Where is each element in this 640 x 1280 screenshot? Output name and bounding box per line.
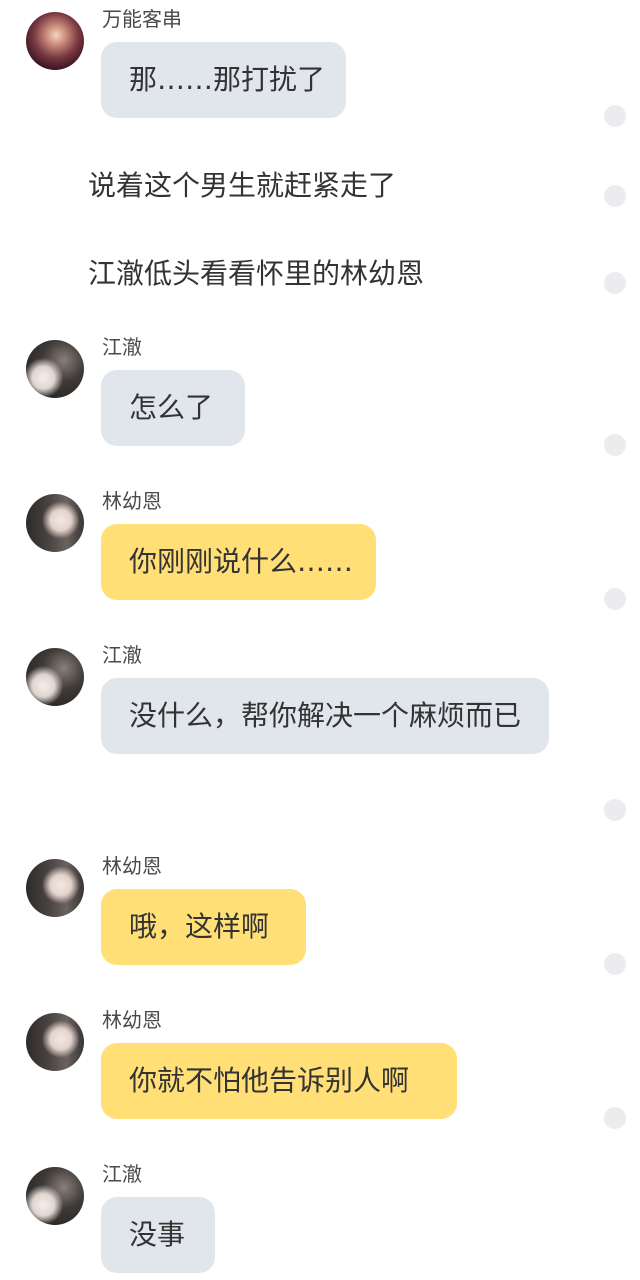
- message-bubble[interactable]: 你刚刚说什么……: [101, 524, 376, 600]
- avatar[interactable]: [26, 1167, 84, 1225]
- message-bubble[interactable]: 怎么了: [101, 370, 245, 446]
- avatar[interactable]: [26, 340, 84, 398]
- comment-dot-icon[interactable]: [604, 588, 626, 610]
- avatar[interactable]: [26, 859, 84, 917]
- avatar[interactable]: [26, 648, 84, 706]
- speaker-name: 林幼恩: [102, 489, 162, 513]
- avatar[interactable]: [26, 494, 84, 552]
- narration-line: 江澈低头看看怀里的林幼恩: [88, 257, 425, 290]
- comment-dot-icon[interactable]: [604, 953, 626, 975]
- avatar[interactable]: [26, 12, 84, 70]
- narration-line: 说着这个男生就赶紧走了: [88, 169, 397, 202]
- message-bubble[interactable]: 那……那打扰了: [101, 42, 346, 118]
- message-bubble[interactable]: 你就不怕他告诉别人啊: [101, 1043, 457, 1119]
- comment-dot-icon[interactable]: [604, 1107, 626, 1129]
- avatar[interactable]: [26, 1013, 84, 1071]
- comment-dot-icon[interactable]: [604, 105, 626, 127]
- message-bubble[interactable]: 哦，这样啊: [101, 889, 306, 965]
- speaker-name: 林幼恩: [102, 854, 162, 878]
- comment-dot-icon[interactable]: [604, 185, 626, 207]
- comment-dot-icon[interactable]: [604, 799, 626, 821]
- speaker-name: 万能客串: [102, 7, 182, 31]
- speaker-name: 江澈: [102, 643, 142, 667]
- comment-dot-icon[interactable]: [604, 434, 626, 456]
- speaker-name: 林幼恩: [102, 1008, 162, 1032]
- speaker-name: 江澈: [102, 335, 142, 359]
- comment-dot-icon[interactable]: [604, 272, 626, 294]
- speaker-name: 江澈: [102, 1162, 142, 1186]
- message-bubble[interactable]: 没什么，帮你解决一个麻烦而已: [101, 678, 549, 754]
- message-bubble[interactable]: 没事: [101, 1197, 215, 1273]
